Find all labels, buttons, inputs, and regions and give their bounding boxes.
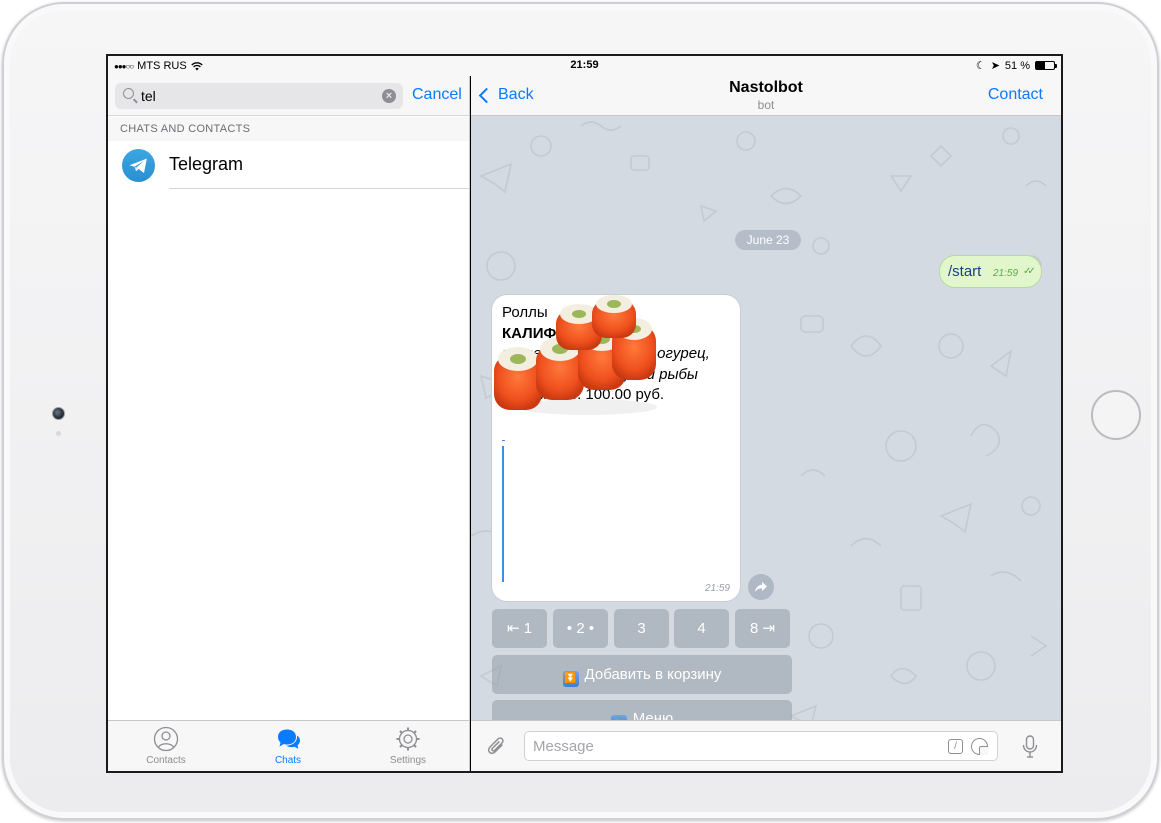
- double-check-icon: ✓✓: [1023, 266, 1036, 277]
- incoming-message[interactable]: Роллы КАЛИФОРНИЯ креветка, краб-крем, ог…: [491, 294, 741, 602]
- tab-label: Settings: [389, 755, 427, 766]
- chats-icon: [278, 729, 300, 749]
- left-panel: tel × Cancel CHATS AND CONTACTS Telegram: [108, 76, 470, 771]
- share-icon: [755, 582, 767, 592]
- message-input[interactable]: [524, 731, 998, 761]
- clear-search-icon[interactable]: ×: [382, 89, 396, 103]
- divider: [169, 188, 469, 189]
- keyboard-button-page-3[interactable]: 3: [614, 609, 669, 648]
- search-input[interactable]: tel: [141, 88, 156, 104]
- tab-bar: Contacts Chats Settings: [108, 720, 469, 771]
- microphone-icon[interactable]: [1022, 735, 1038, 759]
- tab-chats[interactable]: Chats: [238, 726, 338, 766]
- status-time: 21:59: [570, 59, 599, 71]
- battery-percent: 51 %: [1004, 59, 1030, 72]
- contacts-icon: [153, 726, 179, 752]
- search-field[interactable]: tel ×: [115, 83, 403, 109]
- battery-icon: [1035, 61, 1057, 70]
- chat-header: Back Nastolbot bot Contact: [471, 76, 1061, 116]
- screen: ●●●○○ MTS RUS 21:59 ☾ ➤ 51 % tel × Cance…: [106, 54, 1063, 773]
- double-down-arrow-icon: ⏬: [562, 671, 579, 687]
- share-button[interactable]: [748, 574, 774, 600]
- chat-panel: Back Nastolbot bot Contact June 23 /star…: [471, 76, 1061, 771]
- link-preview-bar: [502, 446, 504, 582]
- bot-command-icon[interactable]: /: [948, 739, 963, 754]
- link-marker: [502, 440, 505, 441]
- chat-subtitle: bot: [757, 98, 775, 112]
- outgoing-message[interactable]: /start 21:59 ✓✓: [939, 255, 1042, 288]
- tab-settings[interactable]: Settings: [358, 726, 458, 766]
- contact-button[interactable]: Contact: [988, 86, 1043, 104]
- paperclip-icon[interactable]: [487, 736, 507, 758]
- battery-fill: [1036, 62, 1046, 69]
- menu-button[interactable]: ⬅Меню: [492, 700, 792, 720]
- chat-wallpaper: June 23 /start 21:59 ✓✓ Роллы КАЛИФОРНИЯ…: [471, 116, 1061, 720]
- tab-label: Chats: [274, 755, 302, 766]
- keyboard-button-page-4[interactable]: 4: [674, 609, 729, 648]
- chat-name: Telegram: [169, 154, 244, 174]
- home-button[interactable]: [1091, 390, 1141, 440]
- tab-label: Contacts: [146, 755, 186, 766]
- status-bar: ●●●○○ MTS RUS 21:59 ☾ ➤ 51 %: [108, 56, 1061, 76]
- telegram-logo-icon: [122, 149, 155, 182]
- message-input-bar: /: [471, 720, 1061, 771]
- keyboard-button-last-page[interactable]: 8 ⇥: [735, 609, 790, 648]
- message-text: /start: [948, 263, 982, 280]
- add-to-cart-label: Добавить в корзину: [584, 666, 722, 683]
- sticker-icon[interactable]: [971, 738, 988, 755]
- cancel-button[interactable]: Cancel: [412, 86, 462, 104]
- keyboard-button-current-page[interactable]: • 2 •: [553, 609, 608, 648]
- chat-title[interactable]: Nastolbot: [471, 79, 1061, 97]
- list-item-telegram[interactable]: Telegram: [108, 141, 469, 189]
- camera-icon: [52, 407, 65, 420]
- settings-icon: [396, 727, 420, 751]
- menu-label: Меню: [632, 710, 674, 720]
- ipad-frame: ●●●○○ MTS RUS 21:59 ☾ ➤ 51 % tel × Cance…: [2, 2, 1159, 820]
- light-sensor: [56, 431, 61, 436]
- keyboard-button-first-page[interactable]: ⇤ 1: [492, 609, 547, 648]
- tab-contacts[interactable]: Contacts: [116, 726, 216, 766]
- location-icon: ➤: [990, 60, 1000, 72]
- search-icon: [123, 88, 134, 99]
- date-separator: June 23: [735, 230, 801, 250]
- message-time: 21:59: [993, 268, 1019, 279]
- moon-icon: ☾: [975, 60, 986, 72]
- add-to-cart-button[interactable]: ⏬ Добавить в корзину: [492, 655, 792, 694]
- message-time: 21:59: [704, 583, 730, 594]
- section-header: CHATS AND CONTACTS: [108, 117, 469, 141]
- sushi-rolls-image[interactable]: [492, 295, 662, 425]
- search-row: tel × Cancel: [108, 76, 469, 116]
